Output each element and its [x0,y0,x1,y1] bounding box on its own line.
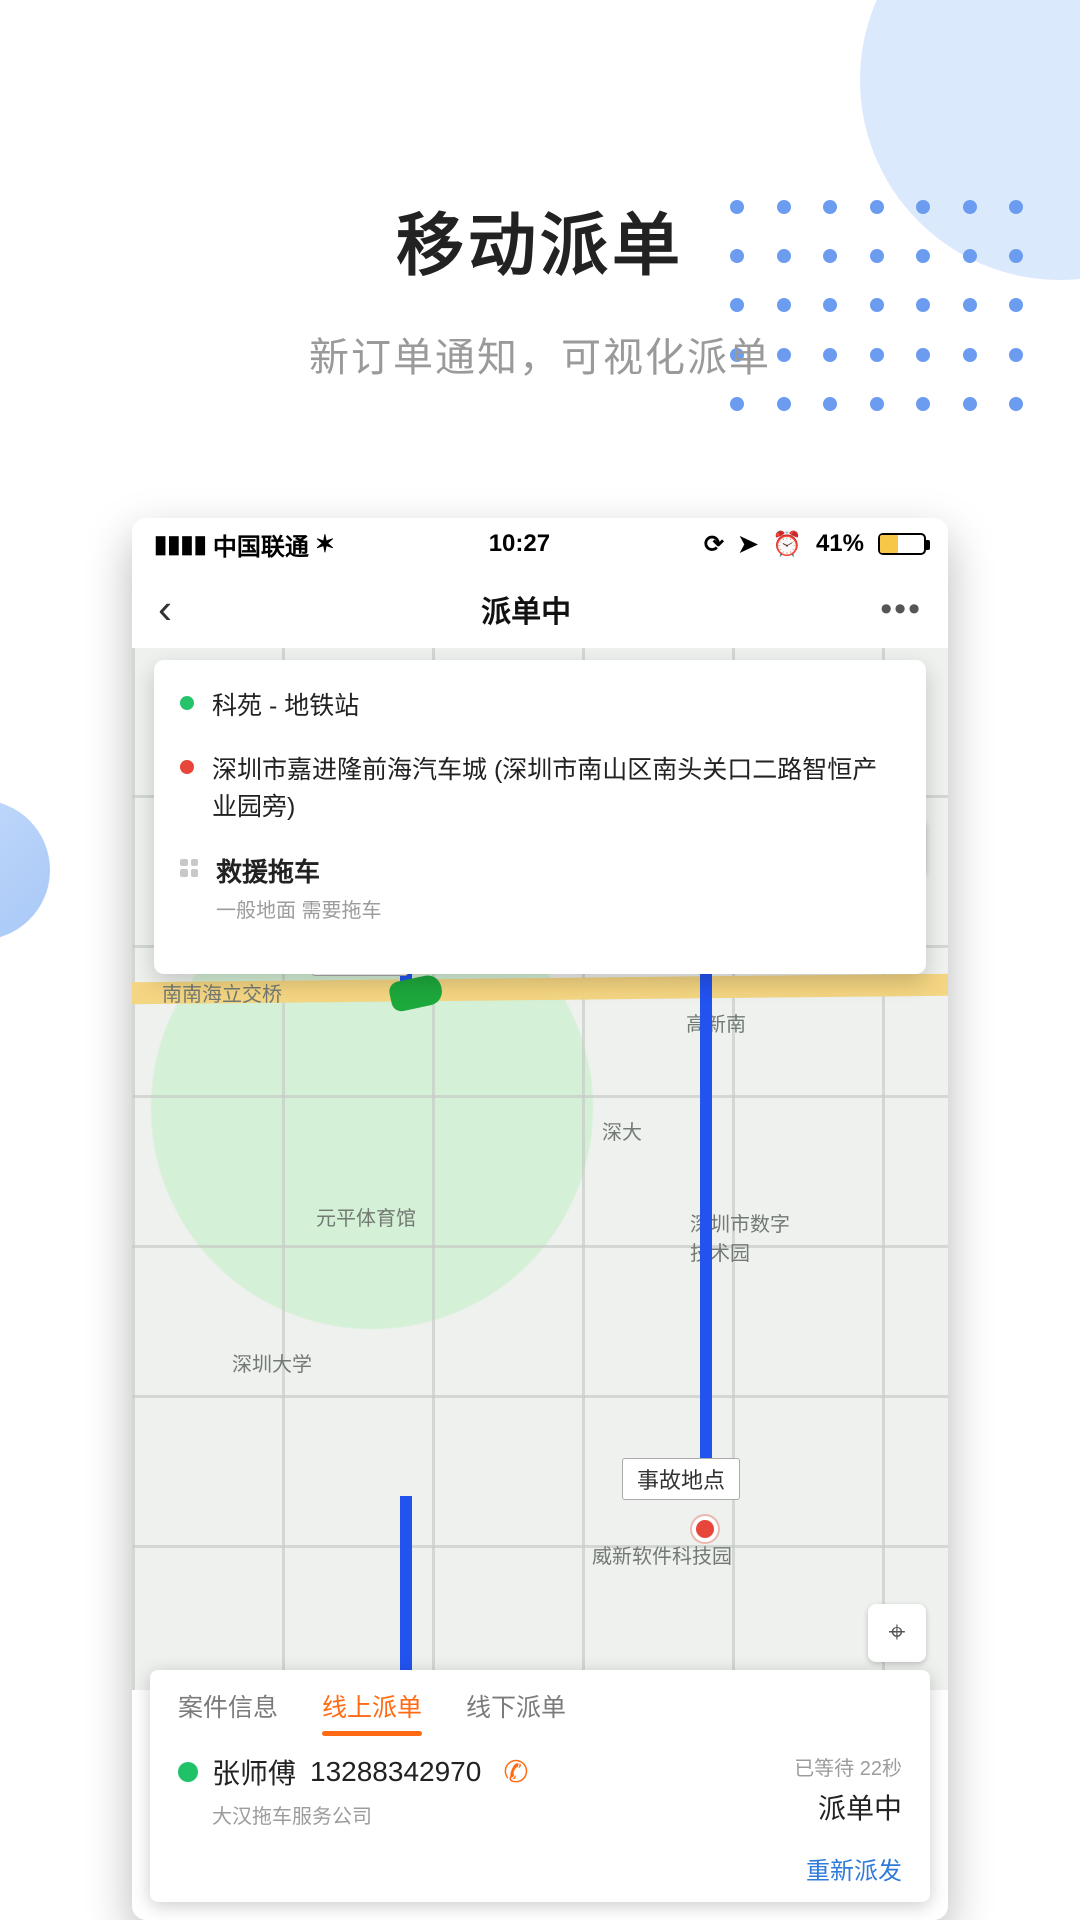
map-poi: 深圳市数字 技术园 [690,1208,790,1266]
order-info-card: 科苑 - 地铁站 深圳市嘉进隆前海汽车城 (深圳市南山区南头关口二路智恒产业园旁… [154,660,926,974]
map-accident-label[interactable]: 事故地点 [622,1458,740,1500]
headline-title: 移动派单 [0,190,1080,289]
headline-subtitle: 新订单通知，可视化派单 [0,325,1080,383]
service-grid-icon [180,859,198,877]
service-subtitle: 一般地面 需要拖车 [216,896,382,926]
resend-dispatch-button[interactable]: 重新派发 [806,1851,902,1886]
destination-text: 深圳市嘉进隆前海汽车城 (深圳市南山区南头关口二路智恒产业园旁) [212,752,900,827]
signal-icon: ▮▮▮▮ [154,530,207,559]
back-button[interactable]: ‹ [158,585,172,633]
map-poi: 深大 [602,1116,642,1145]
map-locate-button[interactable]: ⌖ [868,1604,926,1662]
driver-online-dot-icon [178,1762,198,1782]
accident-marker-icon [692,1516,718,1542]
battery-percent: 41% [816,530,864,558]
wifi-icon: ✶ [315,530,335,559]
more-button[interactable]: ••• [880,590,922,629]
driver-company: 大汉拖车服务公司 [212,1800,794,1829]
status-time: 10:27 [335,530,704,558]
dispatch-status: 派单中 [794,1787,902,1827]
tab-offline-dispatch[interactable]: 线下派单 [466,1688,566,1724]
map-poi: 南南海立交桥 [162,978,282,1007]
map-poi: 元平体育馆 [316,1202,416,1231]
wait-time: 已等待 22秒 [794,1752,902,1781]
service-row: 救援拖车 一般地面 需要拖车 [180,853,900,927]
destination-dot-icon [180,760,194,774]
driver-phone: 13288342970 [310,1756,481,1788]
map-poi: 深圳大学 [232,1348,312,1377]
sheet-tabs: 案件信息 线上派单 线下派单 [150,1670,930,1724]
origin-row: 科苑 - 地铁站 [180,688,900,726]
location-arrow-icon: ➤ [738,530,758,559]
battery-icon [878,533,926,555]
map-poi: 高新南 [686,1008,746,1037]
phone-mockup: ▮▮▮▮ 中国联通 ✶ 10:27 ⟳ ➤ ⏰ 41% ‹ 派单中 ••• 南南… [132,518,948,1920]
bg-circle-small [0,800,50,940]
origin-text: 科苑 - 地铁站 [212,688,359,726]
call-driver-button[interactable]: ✆ [503,1755,528,1790]
alarm-icon: ⏰ [772,530,802,559]
nav-title: 派单中 [481,587,571,631]
tab-online-dispatch[interactable]: 线上派单 [322,1688,422,1724]
destination-row: 深圳市嘉进隆前海汽车城 (深圳市南山区南头关口二路智恒产业园旁) [180,752,900,827]
driver-name: 张师傅 [212,1752,296,1792]
orientation-lock-icon: ⟳ [704,530,724,559]
nav-bar: ‹ 派单中 ••• [132,570,948,648]
status-bar: ▮▮▮▮ 中国联通 ✶ 10:27 ⟳ ➤ ⏰ 41% [132,518,948,570]
tab-case-info[interactable]: 案件信息 [178,1688,278,1724]
map-poi: 威新软件科技园 [592,1540,732,1569]
dispatch-sheet: 案件信息 线上派单 线下派单 张师傅 13288342970 ✆ 大汉拖车服务公… [150,1670,930,1902]
marketing-headline: 移动派单 新订单通知，可视化派单 [0,190,1080,383]
origin-dot-icon [180,696,194,710]
carrier-label: 中国联通 [213,527,309,562]
service-title: 救援拖车 [216,857,320,887]
